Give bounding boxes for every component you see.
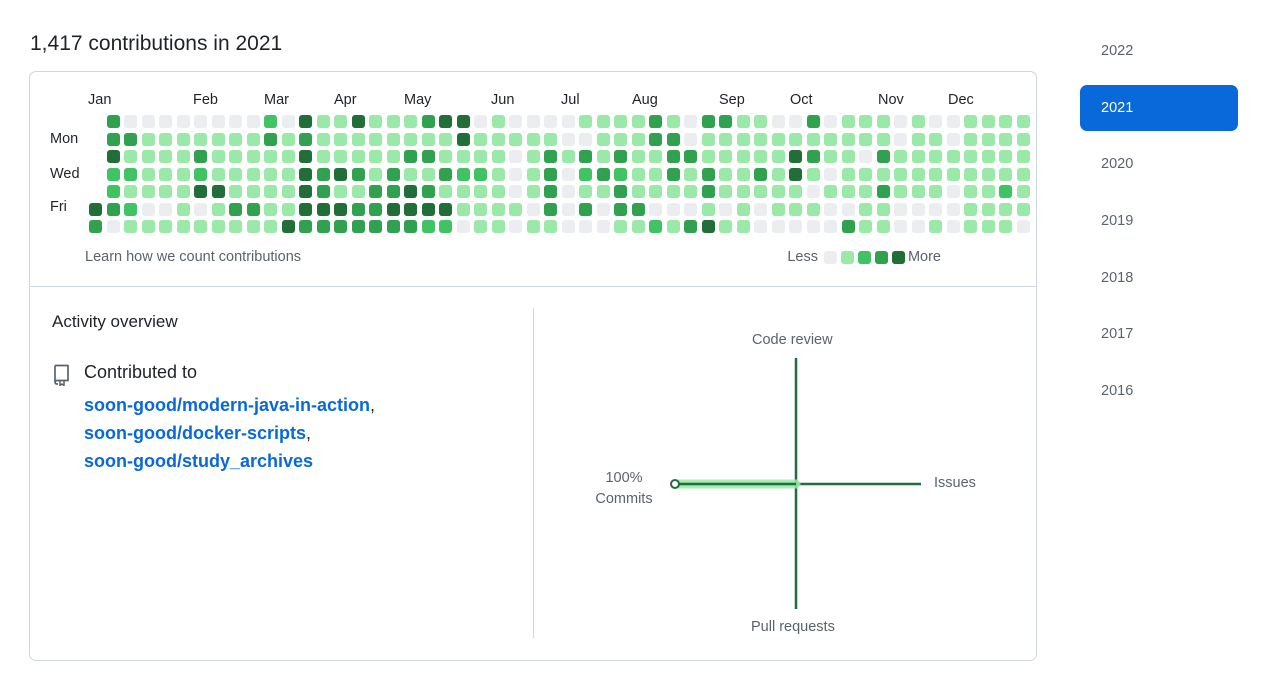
year-link-2022[interactable]: 2022 bbox=[1080, 28, 1238, 74]
year-link-2020[interactable]: 2020 bbox=[1080, 141, 1238, 187]
contributions-heading: 1,417 contributions in 2021 bbox=[30, 32, 283, 55]
year-link-2021-selected[interactable]: 2021 bbox=[1080, 84, 1238, 131]
year-link-2016[interactable]: 2016 bbox=[1080, 368, 1238, 414]
year-link-2018[interactable]: 2018 bbox=[1080, 255, 1238, 301]
year-list: 2022 2021 2020 2019 2018 2017 2016 bbox=[1080, 28, 1238, 425]
contribution-card: Jan Feb Mar Apr May Jun Jul Aug Sep Oct … bbox=[29, 71, 1037, 661]
year-link-2017[interactable]: 2017 bbox=[1080, 311, 1238, 357]
activity-radar-chart bbox=[670, 358, 921, 609]
radar-commits-point bbox=[670, 479, 680, 489]
year-link-2019[interactable]: 2019 bbox=[1080, 198, 1238, 244]
